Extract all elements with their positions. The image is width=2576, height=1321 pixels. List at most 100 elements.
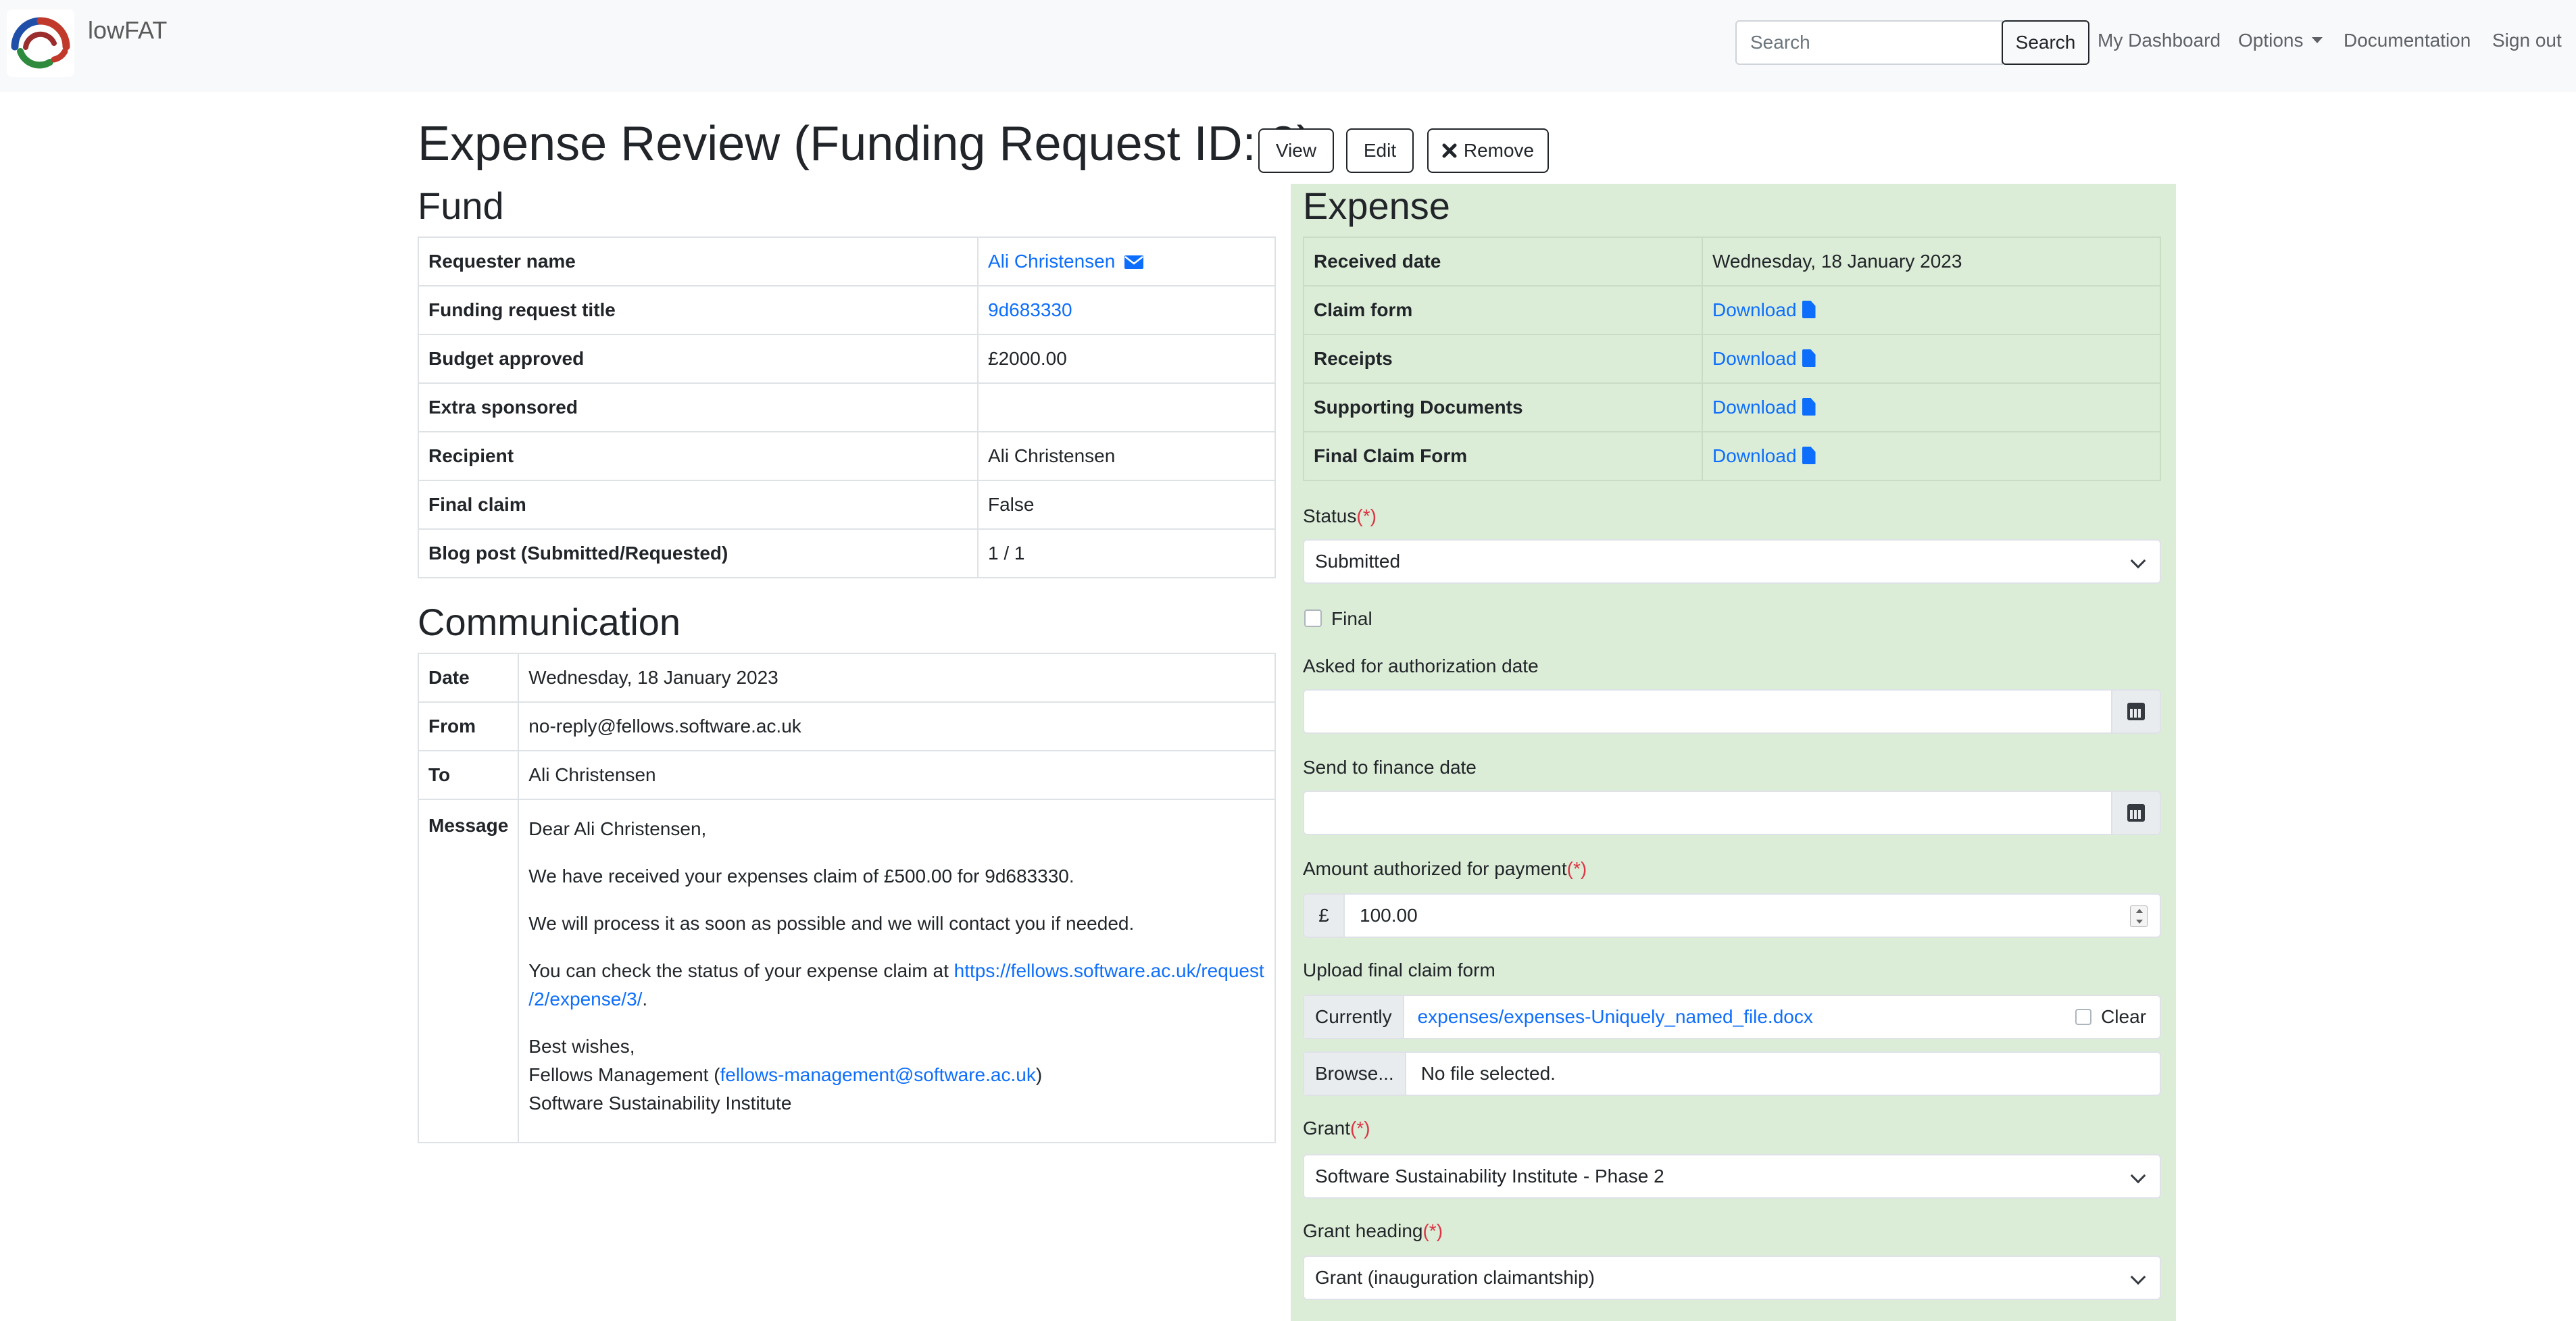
funding-request-link[interactable]: 9d683330 — [988, 299, 1072, 320]
nav-options-label: Options — [2238, 30, 2304, 51]
download-label: Download — [1712, 445, 1797, 466]
label-text: Grant heading — [1303, 1220, 1423, 1241]
table-row: Requester name Ali Christensen — [418, 236, 1276, 286]
comm-from: no-reply@fellows.software.ac.uk — [518, 701, 1276, 751]
expense-label: Receipts — [1303, 334, 1703, 384]
comm-label: Date — [417, 653, 520, 703]
no-file-text: No file selected. — [1420, 1063, 1556, 1084]
grant-heading-label: Grant heading(*) — [1303, 1220, 1443, 1242]
claim-form-download-link[interactable]: Download — [1712, 299, 1816, 320]
fund-table: Requester name Ali Christensen Funding r… — [418, 236, 1276, 578]
download-label: Download — [1712, 397, 1797, 418]
label-text: Grant — [1303, 1118, 1351, 1139]
link-text: /2/expense/3/ — [528, 989, 643, 1010]
fund-value: 1 / 1 — [977, 528, 1276, 578]
message-text: You can check the status of your expense… — [528, 960, 954, 981]
clear-label: Clear — [2101, 1006, 2146, 1027]
table-row: From no-reply@fellows.software.ac.uk — [417, 701, 1276, 751]
comm-label: From — [417, 701, 520, 751]
expense-label: Received date — [1303, 236, 1703, 286]
table-row: Message Dear Ali Christensen, We have re… — [417, 799, 1276, 1143]
status-label: Status(*) — [1303, 505, 1377, 527]
status-select[interactable]: Submitted — [1303, 539, 2161, 584]
app-brand[interactable]: lowFAT — [88, 16, 167, 45]
fund-value: Ali Christensen — [977, 236, 1276, 286]
download-label: Download — [1712, 348, 1797, 369]
amount-input[interactable]: 100.00 — [1343, 893, 2161, 938]
fund-label: Budget approved — [418, 334, 979, 384]
chevron-down-icon — [2130, 1168, 2146, 1184]
link-text: https://fellows.software.ac.uk/request — [953, 960, 1264, 981]
grant-value: Software Sustainability Institute - Phas… — [1315, 1166, 1664, 1187]
fund-label: Extra sponsored — [418, 382, 979, 432]
auth-date-label: Asked for authorization date — [1303, 655, 1539, 676]
current-file-link[interactable]: expenses/expenses-Uniquely_named_file.do… — [1418, 1006, 2075, 1028]
currently-addon: Currently — [1304, 996, 1404, 1038]
grant-heading-select[interactable]: Grant (inauguration claimantship) — [1303, 1255, 2161, 1300]
expense-value: Download — [1702, 382, 2161, 432]
message-greeting: Dear Ali Christensen, — [528, 818, 707, 839]
final-claim-download-link[interactable]: Download — [1712, 445, 1816, 466]
nav-options-dropdown[interactable]: Options — [2238, 30, 2323, 51]
auth-date-input[interactable] — [1303, 689, 2112, 734]
receipts-download-link[interactable]: Download — [1712, 348, 1816, 369]
required-marker: (*) — [1566, 858, 1587, 879]
file-browse-row[interactable]: Browse... No file selected. — [1303, 1051, 2161, 1096]
expense-value: Download — [1702, 431, 2161, 481]
search-input[interactable] — [1735, 20, 2003, 65]
fund-heading: Fund — [418, 184, 504, 227]
grant-heading-value: Grant (inauguration claimantship) — [1315, 1267, 1595, 1288]
required-marker: (*) — [1356, 505, 1377, 526]
auth-date-picker-button[interactable] — [2111, 689, 2161, 734]
view-button[interactable]: View — [1258, 128, 1334, 173]
fund-label: Blog post (Submitted/Requested) — [418, 528, 979, 578]
table-row: Blog post (Submitted/Requested) 1 / 1 — [418, 528, 1276, 578]
grant-select[interactable]: Software Sustainability Institute - Phas… — [1303, 1154, 2161, 1199]
table-row: Budget approved £2000.00 — [418, 334, 1276, 384]
file-icon — [1802, 447, 1816, 464]
management-email-link[interactable]: fellows-management@software.ac.uk — [720, 1064, 1036, 1085]
chevron-down-icon — [2130, 553, 2146, 569]
app-logo[interactable] — [7, 9, 74, 77]
fund-label: Requester name — [418, 236, 979, 286]
table-row: Claim form Download — [1303, 285, 2161, 335]
finance-date-input[interactable] — [1303, 791, 2112, 835]
number-spinner[interactable] — [2130, 905, 2148, 927]
expense-label: Final Claim Form — [1303, 431, 1703, 481]
required-marker: (*) — [1422, 1220, 1443, 1241]
fund-value: False — [977, 480, 1276, 530]
signoff: Best wishes, — [528, 1036, 635, 1057]
message-text: . — [642, 989, 648, 1010]
supporting-docs-download-link[interactable]: Download — [1712, 397, 1816, 418]
remove-button[interactable]: Remove — [1427, 128, 1549, 173]
browse-button[interactable]: Browse... — [1304, 1053, 1406, 1095]
expense-heading: Expense — [1303, 184, 1450, 227]
required-marker: (*) — [1350, 1118, 1370, 1139]
finance-date-label: Send to finance date — [1303, 757, 1477, 778]
currency-addon: £ — [1303, 893, 1345, 938]
clear-checkbox[interactable] — [2075, 1009, 2092, 1025]
message-line: We have received your expenses claim of … — [528, 866, 1074, 887]
envelope-icon[interactable] — [1124, 255, 1144, 269]
grant-label: Grant(*) — [1303, 1118, 1370, 1139]
communication-table: Date Wednesday, 18 January 2023 From no-… — [417, 653, 1276, 1143]
sig-org: Software Sustainability Institute — [528, 1093, 792, 1114]
fund-value: Ali Christensen — [977, 431, 1276, 481]
sig-text: Fellows Management ( — [528, 1064, 720, 1085]
file-icon — [1802, 398, 1816, 416]
nav-my-dashboard[interactable]: My Dashboard — [2098, 30, 2221, 51]
final-label: Final — [1331, 608, 1372, 629]
sig-text: ) — [1035, 1064, 1043, 1085]
requester-name-link[interactable]: Ali Christensen — [988, 251, 1115, 272]
file-icon — [1802, 349, 1816, 367]
nav-sign-out[interactable]: Sign out — [2492, 30, 2562, 51]
table-row: Supporting Documents Download — [1303, 382, 2161, 432]
search-button[interactable]: Search — [2002, 20, 2089, 65]
upload-label: Upload final claim form — [1303, 959, 1495, 980]
message-line: We will process it as soon as possible a… — [528, 913, 1135, 934]
file-icon — [1802, 301, 1816, 318]
edit-button[interactable]: Edit — [1346, 128, 1414, 173]
nav-documentation[interactable]: Documentation — [2344, 30, 2471, 51]
finance-date-picker-button[interactable] — [2111, 791, 2161, 835]
final-checkbox[interactable] — [1304, 609, 1322, 627]
